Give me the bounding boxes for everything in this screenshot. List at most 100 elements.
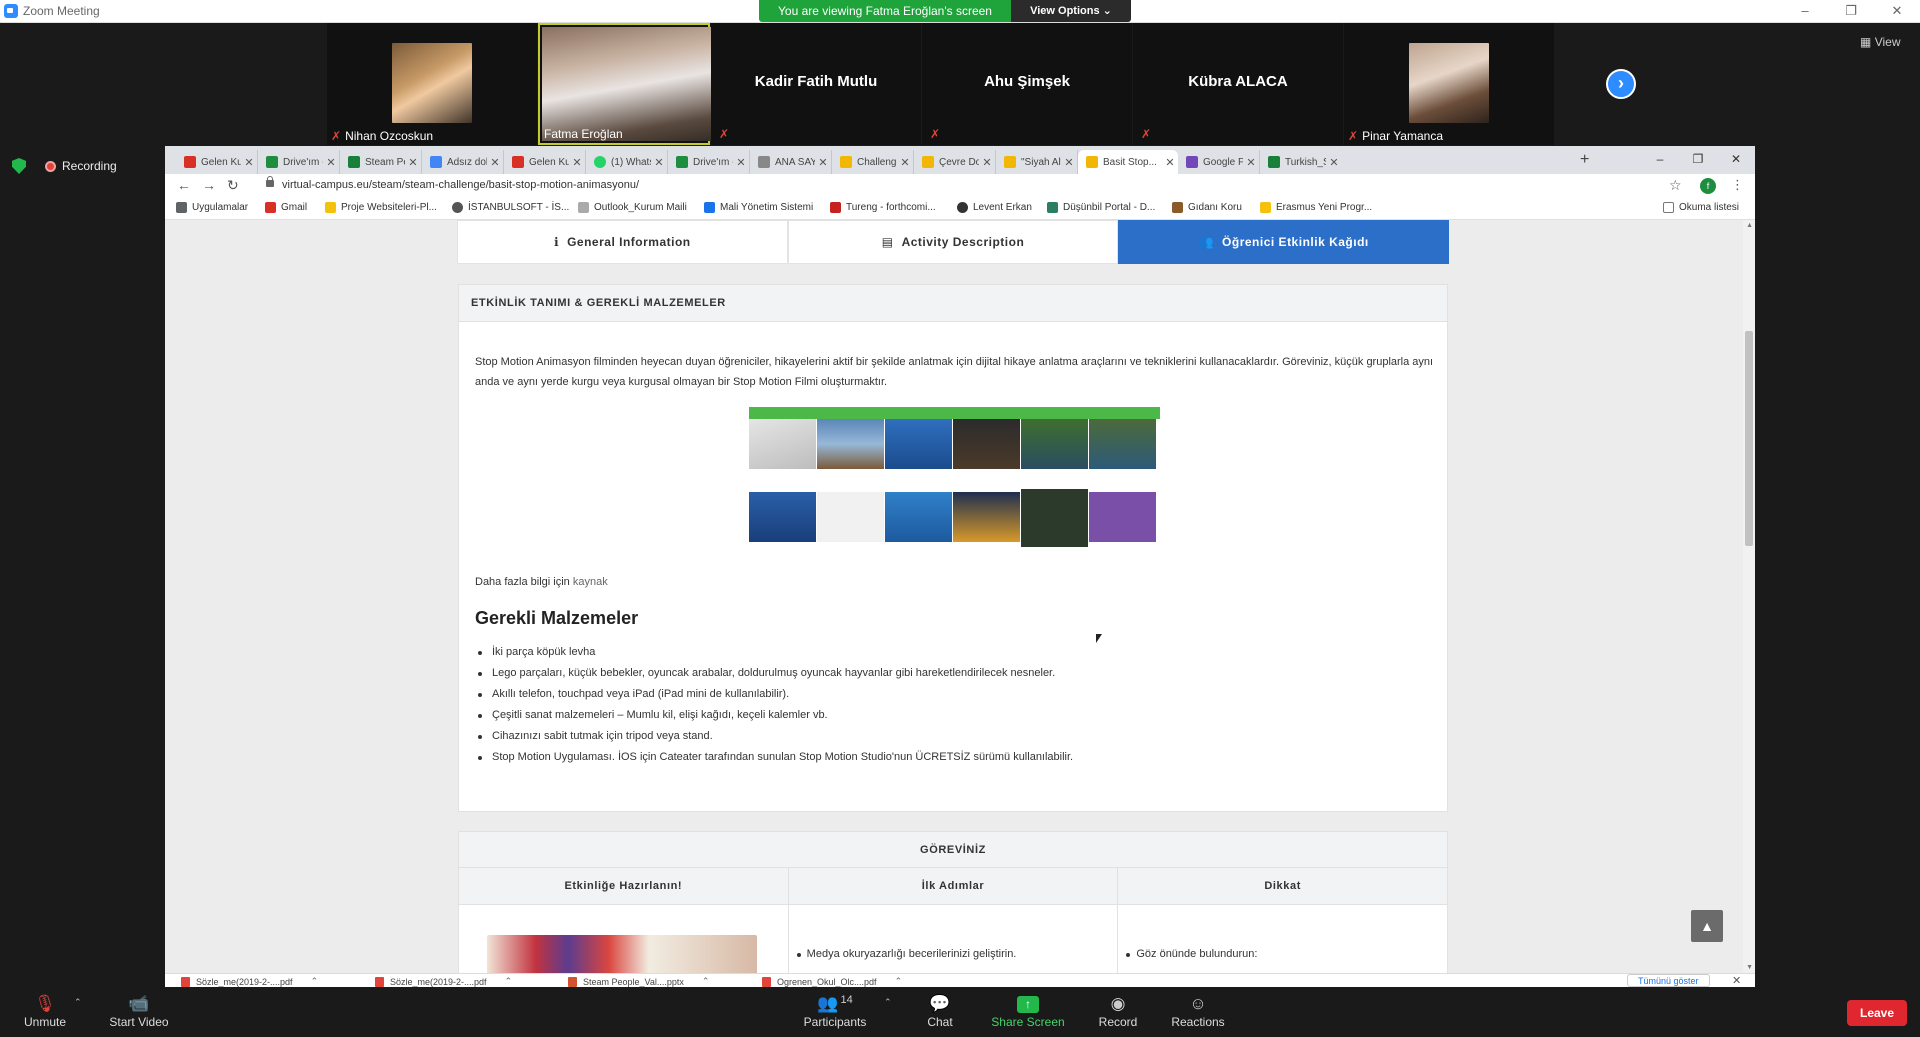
avatar — [1409, 43, 1489, 123]
download-item[interactable]: Ogrenen_Okul_Olc....pdf ⌃ — [762, 976, 902, 987]
bookmark-item[interactable]: İSTANBULSOFT - İS... — [452, 202, 569, 213]
participant-tile[interactable]: ✗ Nihan Ozcoskun — [327, 23, 537, 145]
minimize-icon[interactable]: – — [1782, 0, 1828, 23]
video-off-icon: 📹 — [128, 994, 150, 1013]
browser-tab[interactable]: Adsız dok...✕ — [422, 150, 504, 174]
close-tab-icon[interactable]: ✕ — [323, 156, 339, 169]
close-tab-icon[interactable]: ✕ — [815, 156, 831, 169]
chevron-up-icon[interactable]: ⌃ — [74, 997, 82, 1008]
chevron-up-icon[interactable]: ⌃ — [311, 976, 319, 987]
browser-tab[interactable]: Drive'ım - ✕ — [258, 150, 340, 174]
tab-general-information[interactable]: ℹ General Information — [457, 220, 788, 264]
browser-tab[interactable]: Drive'ım - ✕ — [668, 150, 750, 174]
minimize-icon[interactable]: – — [1641, 146, 1679, 174]
chevron-up-icon[interactable]: ⌃ — [895, 976, 903, 987]
tab-activity-description[interactable]: ▤ Activity Description — [787, 220, 1119, 264]
close-tab-icon[interactable]: ✕ — [651, 156, 667, 169]
bookmark-item[interactable]: Outlook_Kurum Maili — [578, 202, 687, 213]
site-icon — [957, 202, 968, 213]
new-tab-icon[interactable]: + — [1580, 151, 1589, 169]
bookmark-item[interactable]: Tureng - forthcomi... — [830, 202, 936, 213]
browser-tab[interactable]: Google Fo...✕ — [1178, 150, 1260, 174]
browser-tab[interactable]: Gelen Kutu✕ — [176, 150, 258, 174]
browser-tab[interactable]: Gelen Kutu✕ — [504, 150, 586, 174]
scroll-to-top-button[interactable]: ▲ — [1691, 910, 1723, 942]
download-item[interactable]: Steam People_Val....pptx ⌃ — [568, 976, 709, 987]
close-icon[interactable]: ✕ — [1732, 974, 1741, 987]
record-button[interactable]: ◉ Record — [1096, 993, 1140, 1029]
leave-button[interactable]: Leave — [1847, 1000, 1907, 1026]
browser-tab[interactable]: (1) Whats...✕ — [586, 150, 668, 174]
chevron-up-icon[interactable]: ⌃ — [505, 976, 513, 987]
unmute-button[interactable]: 🎙 Unmute — [20, 993, 70, 1029]
maximize-icon[interactable]: ❐ — [1828, 0, 1874, 23]
scroll-up-icon[interactable]: ▲ — [1746, 222, 1753, 229]
close-tab-icon[interactable]: ✕ — [979, 156, 995, 169]
participants-button[interactable]: 👥 14 Participants — [797, 993, 873, 1029]
start-video-button[interactable]: 📹 Start Video — [104, 993, 174, 1029]
bookmark-item[interactable]: Düşünbil Portal - D... — [1047, 202, 1155, 213]
participant-tile[interactable]: Kübra ALACA ✗ — [1133, 23, 1343, 145]
view-button[interactable]: ▦ View — [1860, 35, 1900, 49]
lock-icon[interactable] — [266, 176, 274, 187]
bookmark-item[interactable]: Gıdanı Koru — [1172, 202, 1242, 213]
close-tab-icon[interactable]: ✕ — [733, 156, 749, 169]
browser-tab[interactable]: ANA SAYF...✕ — [750, 150, 832, 174]
participant-tile[interactable]: Ahu Şimşek ✗ — [922, 23, 1132, 145]
chevron-up-icon[interactable]: ⌃ — [702, 976, 710, 987]
tab-student-worksheet[interactable]: 👥 Öğrenici Etkinlik Kağıdı — [1118, 220, 1450, 264]
close-tab-icon[interactable]: ✕ — [1061, 156, 1077, 169]
close-tab-icon[interactable]: ✕ — [487, 156, 503, 169]
bookmark-star-icon[interactable]: ☆ — [1669, 177, 1682, 194]
close-icon[interactable]: ✕ — [1717, 146, 1755, 174]
participant-tile[interactable]: ✗ Pinar Yamanca — [1344, 23, 1554, 145]
bookmark-gmail[interactable]: Gmail — [265, 202, 307, 213]
close-tab-icon[interactable]: ✕ — [1243, 156, 1259, 169]
bookmark-item[interactable]: Levent Erkan — [957, 202, 1032, 213]
restore-icon[interactable]: ❐ — [1679, 146, 1717, 174]
close-tab-icon[interactable]: ✕ — [1326, 156, 1342, 169]
share-screen-button[interactable]: ↑ Share Screen — [990, 993, 1066, 1029]
profile-avatar[interactable]: f — [1700, 178, 1716, 194]
task-column: Etkinliğe Hazırlanın! — [459, 868, 789, 973]
participant-tile[interactable]: Kadir Fatih Mutlu ✗ — [711, 23, 921, 145]
source-link[interactable]: kaynak — [573, 576, 608, 588]
close-tab-icon[interactable]: ✕ — [897, 156, 913, 169]
download-item[interactable]: Sözle_me(2019-2-....pdf ⌃ — [181, 976, 318, 987]
back-icon[interactable]: ← — [177, 177, 191, 193]
menu-icon[interactable]: ⋮ — [1731, 177, 1744, 193]
view-options-button[interactable]: View Options ⌄ — [1011, 0, 1131, 22]
close-icon[interactable]: ✕ — [1874, 0, 1920, 23]
close-tab-icon[interactable]: ✕ — [1162, 156, 1178, 169]
bookmark-item[interactable]: Erasmus Yeni Progr... — [1260, 202, 1372, 213]
browser-tab[interactable]: Challenge...✕ — [832, 150, 914, 174]
forward-icon[interactable]: → — [202, 177, 216, 193]
browser-tab[interactable]: Turkish_ST...✕ — [1260, 150, 1342, 174]
close-tab-icon[interactable]: ✕ — [405, 156, 421, 169]
reload-icon[interactable]: ↻ — [227, 177, 239, 194]
next-page-icon[interactable]: › — [1606, 69, 1636, 99]
scrollbar-thumb[interactable] — [1745, 331, 1753, 546]
reading-list[interactable]: Okuma listesi — [1663, 202, 1739, 213]
close-tab-icon[interactable]: ✕ — [241, 156, 257, 169]
chevron-up-icon[interactable]: ⌃ — [884, 997, 892, 1008]
scrollbar[interactable]: ▲ ▼ — [1743, 220, 1755, 973]
chat-button[interactable]: 💬 Chat — [920, 993, 960, 1029]
bookmark-item[interactable]: Mali Yönetim Sistemi — [704, 202, 813, 213]
bookmark-item[interactable]: Proje Websiteleri-Pl... — [325, 202, 437, 213]
participant-tile-active[interactable]: Fatma Eroğlan — [538, 23, 744, 145]
close-tab-icon[interactable]: ✕ — [569, 156, 585, 169]
reactions-button[interactable]: ☺ Reactions — [1168, 993, 1228, 1029]
bookmark-apps[interactable]: Uygulamalar — [176, 202, 248, 213]
url-text[interactable]: virtual-campus.eu/steam/steam-challenge/… — [282, 179, 639, 191]
browser-tab[interactable]: "Siyah Alt...✕ — [996, 150, 1078, 174]
browser-tab[interactable]: Steam Pe...✕ — [340, 150, 422, 174]
security-shield-icon[interactable] — [12, 158, 26, 174]
show-all-downloads-button[interactable]: Tümünü göster — [1627, 974, 1710, 987]
browser-tab[interactable]: Çevre Do...✕ — [914, 150, 996, 174]
scroll-down-icon[interactable]: ▼ — [1746, 964, 1753, 971]
recording-indicator[interactable]: Recording — [45, 159, 117, 173]
browser-tab-active[interactable]: Basit Stop... ✕ — [1078, 150, 1178, 174]
drive-icon — [676, 156, 688, 168]
download-item[interactable]: Sözle_me(2019-2-....pdf ⌃ — [375, 976, 512, 987]
